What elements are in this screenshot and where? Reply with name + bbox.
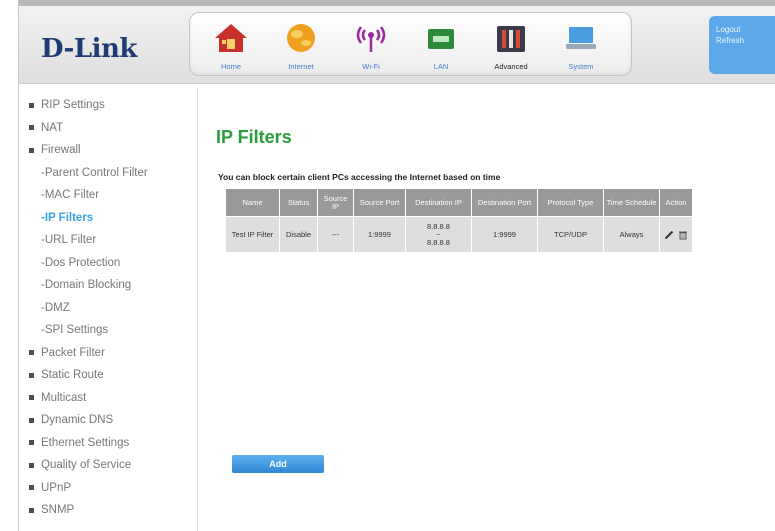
cell-time-schedule: Always: [603, 216, 660, 253]
table-row: Test IP Filter Disable --- 1:9999 8.8.8.…: [225, 216, 693, 253]
sidebar-item-dos-protection[interactable]: -Dos Protection: [19, 252, 179, 275]
cell-destination-ip: 8.8.8.8 ~ 8.8.8.8: [405, 216, 472, 253]
column-header-destination-ip: Destination IP: [405, 188, 472, 217]
sidebar-item-upnp[interactable]: UPnP: [19, 477, 179, 500]
ip-filter-table: Name Status Source IP Source Port Destin…: [225, 188, 693, 253]
cell-status: Disable: [279, 216, 318, 253]
lan-icon: [428, 29, 454, 49]
wifi-icon: [356, 26, 386, 52]
refresh-link[interactable]: Refresh: [716, 35, 775, 46]
home-icon: [215, 24, 247, 52]
delete-trash-icon[interactable]: [678, 230, 688, 240]
edit-pencil-icon[interactable]: [664, 230, 674, 240]
nav-lan-label: LAN: [433, 62, 449, 71]
table-header-row: Name Status Source IP Source Port Destin…: [225, 188, 693, 217]
column-header-destination-port: Destination Port: [471, 188, 538, 217]
cell-action: [659, 216, 693, 253]
page-description: You can block certain client PCs accessi…: [218, 172, 501, 182]
column-header-name: Name: [225, 188, 280, 217]
sidebar-item-spi-settings[interactable]: -SPI Settings: [19, 319, 179, 342]
cell-name: Test IP Filter: [225, 216, 280, 253]
column-header-protocol-type: Protocol Type: [537, 188, 604, 217]
sidebar-menu: RIP Settings NAT Firewall -Parent Contro…: [19, 94, 179, 522]
session-panel: Logout Refresh: [709, 16, 775, 74]
nav-home[interactable]: Home: [200, 17, 262, 73]
sidebar-item-multicast[interactable]: Multicast: [19, 387, 179, 410]
top-border: [19, 0, 775, 6]
nav-lan[interactable]: LAN: [410, 17, 472, 73]
main-nav: Home Internet Wi-Fi LAN Advanced System: [189, 12, 632, 76]
cell-destination-port: 1:9999: [471, 216, 538, 253]
nav-advanced-label: Advanced: [494, 62, 528, 71]
add-button[interactable]: Add: [232, 455, 324, 473]
nav-advanced[interactable]: Advanced: [480, 17, 542, 73]
advanced-tools-icon: [497, 26, 525, 52]
sidebar-item-firewall[interactable]: Firewall: [19, 139, 179, 162]
system-laptop-icon: [566, 27, 596, 49]
sidebar-item-quality-of-service[interactable]: Quality of Service: [19, 454, 179, 477]
sidebar-item-rip-settings[interactable]: RIP Settings: [19, 94, 179, 117]
sidebar-item-snmp[interactable]: SNMP: [19, 499, 179, 522]
nav-internet[interactable]: Internet: [270, 17, 332, 73]
content-divider: [197, 88, 198, 531]
nav-internet-label: Internet: [288, 62, 314, 71]
sidebar-item-ip-filters[interactable]: -IP Filters: [19, 207, 179, 230]
column-header-source-ip: Source IP: [317, 188, 354, 217]
logout-link[interactable]: Logout: [716, 24, 775, 35]
column-header-source-port: Source Port: [353, 188, 406, 217]
cell-source-port: 1:9999: [353, 216, 406, 253]
nav-system-label: System: [568, 62, 594, 71]
top-bar: D-Link Home Internet Wi-Fi LAN Advanced …: [19, 0, 775, 84]
cell-source-ip: ---: [317, 216, 354, 253]
cell-protocol-type: TCP/UDP: [537, 216, 604, 253]
router-admin-page: D-Link Home Internet Wi-Fi LAN Advanced …: [18, 0, 775, 531]
destination-ip-end: 8.8.8.8: [427, 237, 450, 247]
sidebar-item-packet-filter[interactable]: Packet Filter: [19, 342, 179, 365]
globe-icon: [287, 24, 315, 52]
column-header-status: Status: [279, 188, 318, 217]
column-header-time-schedule: Time Schedule: [603, 188, 660, 217]
nav-wifi[interactable]: Wi-Fi: [340, 17, 402, 73]
sidebar-item-dmz[interactable]: -DMZ: [19, 297, 179, 320]
sidebar-item-static-route[interactable]: Static Route: [19, 364, 179, 387]
page-title: IP Filters: [216, 127, 292, 147]
sidebar-item-ethernet-settings[interactable]: Ethernet Settings: [19, 432, 179, 455]
sidebar-item-domain-blocking[interactable]: -Domain Blocking: [19, 274, 179, 297]
column-header-action: Action: [659, 188, 693, 217]
sidebar-item-mac-filter[interactable]: -MAC Filter: [19, 184, 179, 207]
sidebar-item-parent-control-filter[interactable]: -Parent Control Filter: [19, 162, 179, 185]
dlink-logo: D-Link: [41, 34, 137, 64]
nav-system[interactable]: System: [550, 17, 612, 73]
sidebar-item-url-filter[interactable]: -URL Filter: [19, 229, 179, 252]
nav-home-label: Home: [220, 62, 241, 71]
nav-wifi-label: Wi-Fi: [362, 62, 380, 71]
sidebar-item-nat[interactable]: NAT: [19, 117, 179, 140]
sidebar-item-dynamic-dns[interactable]: Dynamic DNS: [19, 409, 179, 432]
